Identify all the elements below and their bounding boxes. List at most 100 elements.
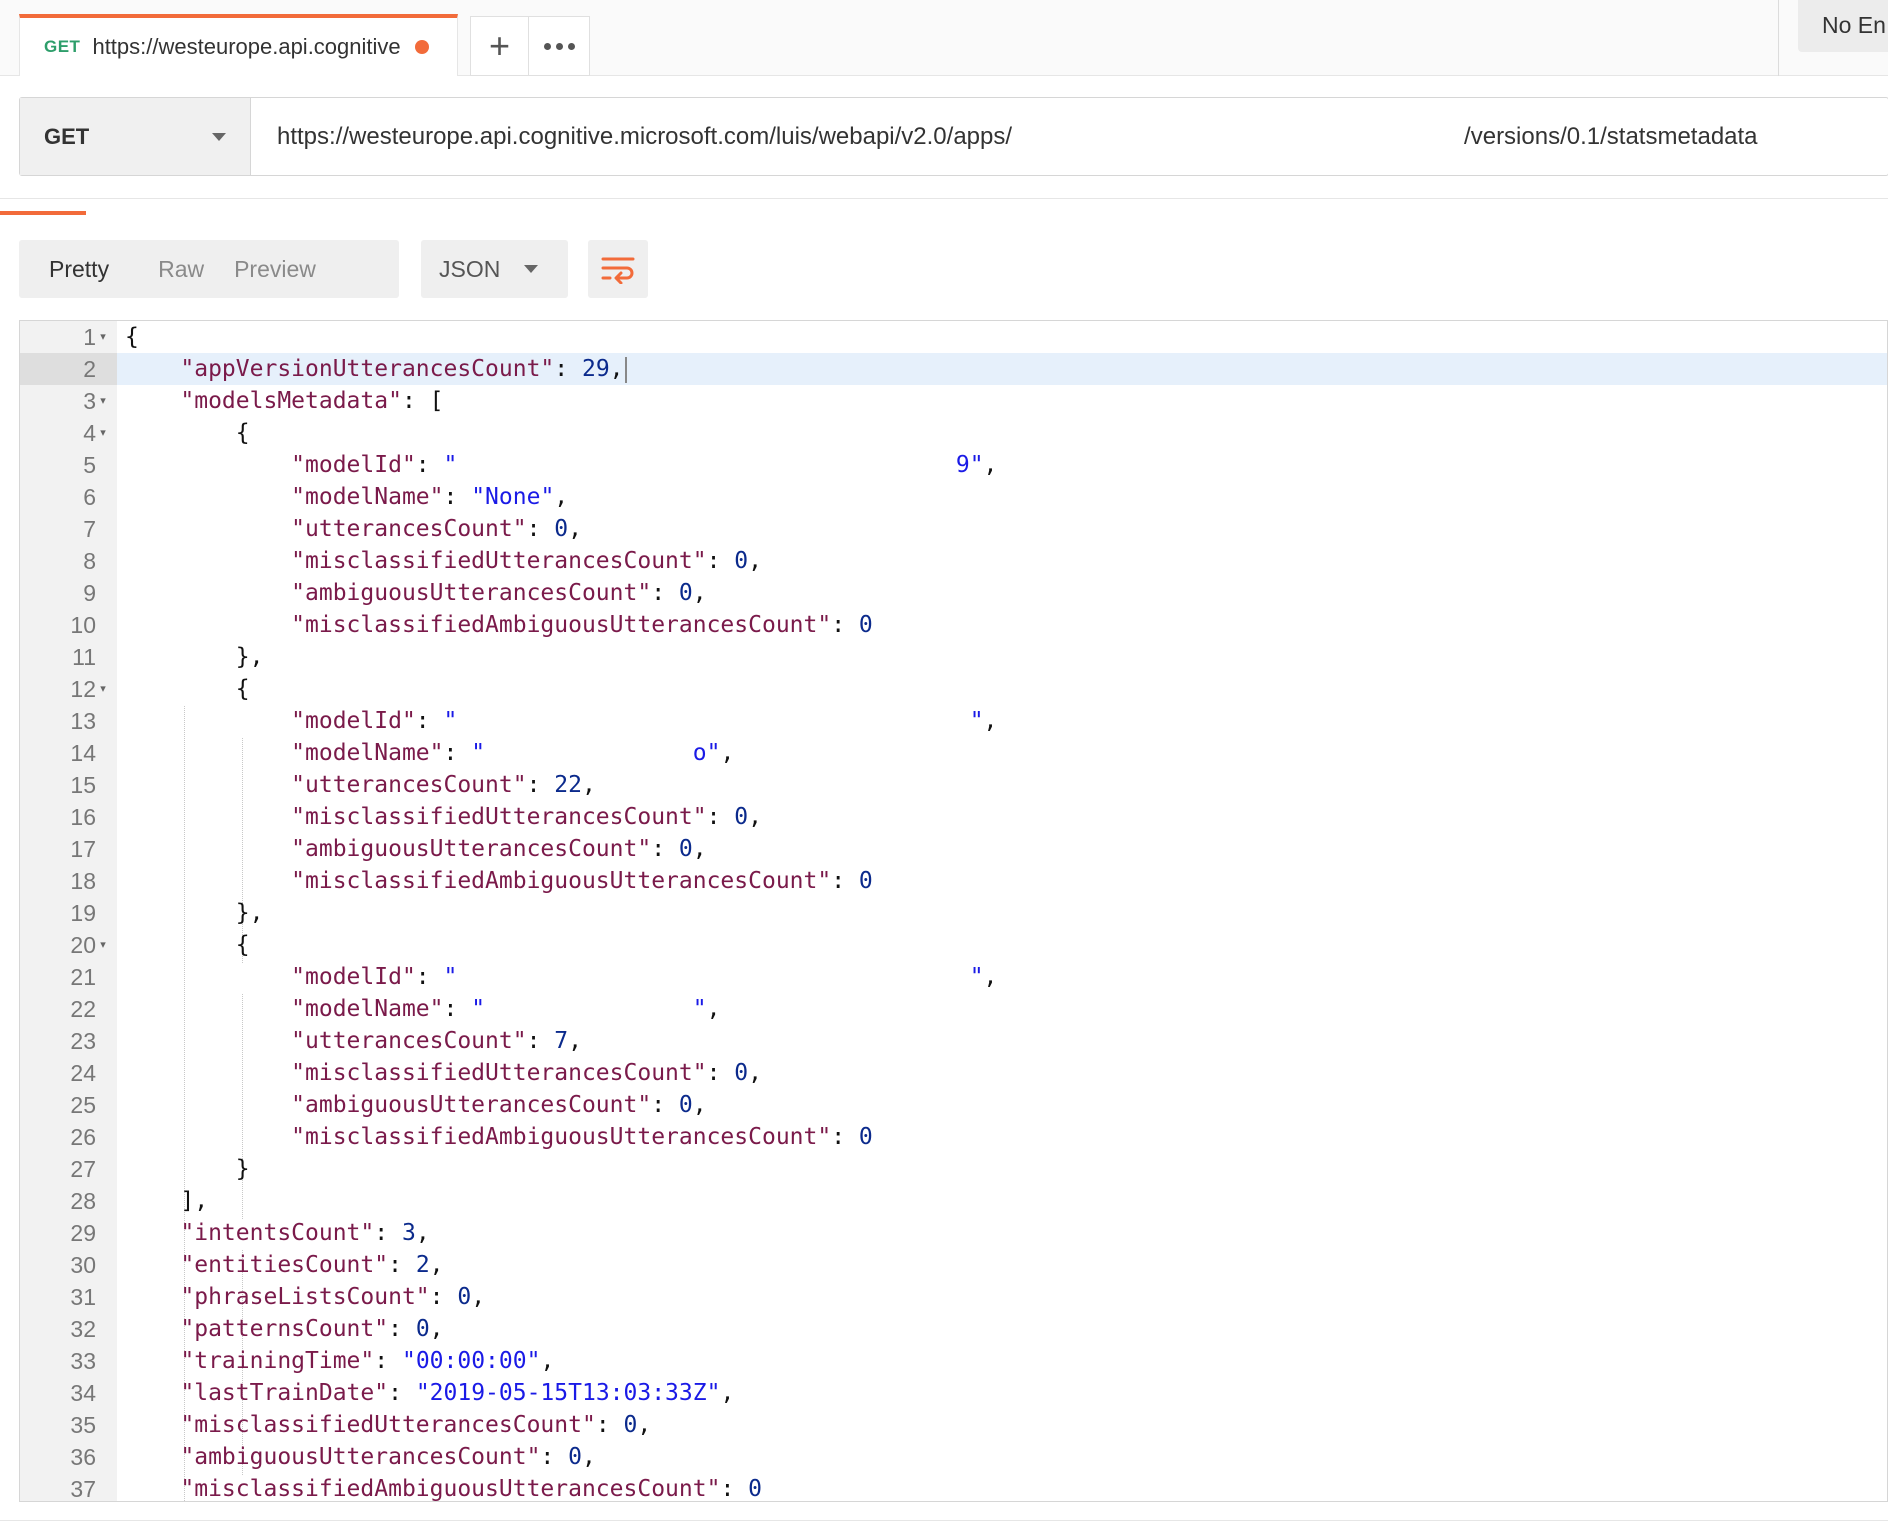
environment-divider [1778,0,1779,76]
tab-options-button[interactable] [528,16,590,76]
format-select-label: JSON [439,255,501,282]
fold-toggle-icon[interactable]: ▾ [96,321,110,353]
line-number: 19 [70,900,96,926]
code-line: 8 "misclassifiedUtterancesCount": 0, [20,545,1887,577]
line-number: 2 [20,353,117,385]
code-line: 29 "intentsCount": 3, [20,1217,1887,1249]
code-text: "ambiguousUtterancesCount": 0, [291,1092,707,1118]
line-number: 35 [70,1412,96,1438]
code-text: "ambiguousUtterancesCount": 0, [291,836,707,862]
code-line: 34 "lastTrainDate": "2019-05-15T13:03:33… [20,1377,1887,1409]
code-line: 11 }, [20,641,1887,673]
line-number: 15 [70,772,96,798]
code-text: "modelId": " 9", [291,452,998,478]
code-text: "modelsMetadata": [ [180,388,444,414]
code-text: "patternsCount": 0, [180,1316,444,1342]
response-view-toggle: Pretty Raw Preview [19,240,399,298]
code-text: "ambiguousUtterancesCount": 0, [180,1444,596,1470]
code-line: 27 } [20,1153,1887,1185]
url-input[interactable]: https://westeurope.api.cognitive.microso… [251,98,1888,175]
code-line: 21 "modelId": " ", [20,961,1887,993]
line-number: 8 [83,548,96,574]
fold-toggle-icon[interactable]: ▾ [96,929,110,961]
line-number: 32 [70,1316,96,1342]
code-line: 6 "modelName": "None", [20,481,1887,513]
code-text: } [235,1156,250,1182]
line-number: 25 [70,1092,96,1118]
method-select-label: GET [44,123,90,149]
code-line: 30 "entitiesCount": 2, [20,1249,1887,1281]
text-cursor [624,356,627,383]
plus-icon: + [488,25,511,66]
code-text: { [125,324,139,350]
response-format-select[interactable]: JSON [421,240,568,298]
line-number: 37 [70,1476,96,1502]
code-text: }, [235,900,264,926]
chevron-down-icon [212,132,226,141]
line-number: 36 [70,1444,96,1470]
url-prefix-text: https://westeurope.api.cognitive.microso… [277,122,1013,150]
code-text: "utterancesCount": 0, [291,516,582,542]
code-text: "misclassifiedAmbiguousUtterancesCount":… [291,868,873,894]
line-number: 33 [70,1348,96,1374]
code-text: "misclassifiedUtterancesCount": 0, [291,804,763,830]
line-number: 22 [70,996,96,1022]
tab-url-label: https://westeurope.api.cognitive [92,34,401,59]
code-text: { [235,420,250,446]
code-line: 26 "misclassifiedAmbiguousUtterancesCoun… [20,1121,1887,1153]
code-text: }, [235,644,264,670]
response-body-editor[interactable]: 1 ▾ {2 "appVersionUtterancesCount": 29, 3 ▾ … [19,320,1888,1502]
wrap-lines-icon [601,257,635,284]
code-text: "modelName": " o", [291,740,735,766]
line-number: 13 [70,708,96,734]
code-line: 20 ▾ { [20,929,1887,961]
code-text: "modelId": " ", [291,708,998,734]
code-text: "intentsCount": 3, [180,1220,430,1246]
code-line: 17 "ambiguousUtterancesCount": 0, [20,833,1887,865]
line-number: 17 [70,836,96,862]
fold-toggle-icon[interactable]: ▾ [96,417,110,449]
line-number: 12 ▾ [20,673,117,705]
code-line: 32 "patternsCount": 0, [20,1313,1887,1345]
code-line: 37 "misclassifiedAmbiguousUtterancesCoun… [20,1473,1887,1502]
line-number: 18 [70,868,96,894]
code-text: "lastTrainDate": "2019-05-15T13:03:33Z", [180,1380,735,1406]
code-line: 16 "misclassifiedUtterancesCount": 0, [20,801,1887,833]
active-section-indicator [0,211,86,215]
bottom-divider [0,1520,1888,1521]
view-pretty-button[interactable]: Pretty [19,256,143,283]
tab-method-label: GET [44,37,81,56]
code-text: { [235,676,250,702]
code-line: 25 "ambiguousUtterancesCount": 0, [20,1089,1887,1121]
line-number: 11 [72,644,96,670]
code-line: 13 "modelId": " ", [20,705,1887,737]
code-line: 31 "phraseListsCount": 0, [20,1281,1887,1313]
code-line: 12 ▾ { [20,673,1887,705]
line-number: 10 [70,612,96,638]
chevron-down-icon [524,265,538,273]
code-text: "ambiguousUtterancesCount": 0, [291,580,707,606]
code-line: 28 ], [20,1185,1887,1217]
request-tab[interactable]: GET https://westeurope.api.cognitive [19,14,458,76]
code-text: ], [180,1188,209,1214]
code-text: "trainingTime": "00:00:00", [180,1348,555,1374]
code-text: "utterancesCount": 22, [291,772,596,798]
code-line: 7 "utterancesCount": 0, [20,513,1887,545]
environment-select[interactable]: No En [1798,0,1888,52]
view-raw-button[interactable]: Raw [143,256,219,283]
wrap-lines-button[interactable] [588,240,648,298]
line-number: 23 [70,1028,96,1054]
code-line: 22 "modelName": " ", [20,993,1887,1025]
view-preview-button[interactable]: Preview [219,256,331,283]
code-line: 4 ▾ { [20,417,1887,449]
new-tab-button[interactable]: + [470,16,528,76]
line-number: 9 [83,580,96,606]
code-line: 23 "utterancesCount": 7, [20,1025,1887,1057]
line-number: 3 ▾ [20,385,117,417]
code-text: "modelId": " ", [291,964,998,990]
fold-toggle-icon[interactable]: ▾ [96,385,110,417]
line-number: 4 ▾ [20,417,117,449]
method-select[interactable]: GET [20,98,251,175]
fold-toggle-icon[interactable]: ▾ [96,673,110,705]
line-number: 28 [70,1188,96,1214]
